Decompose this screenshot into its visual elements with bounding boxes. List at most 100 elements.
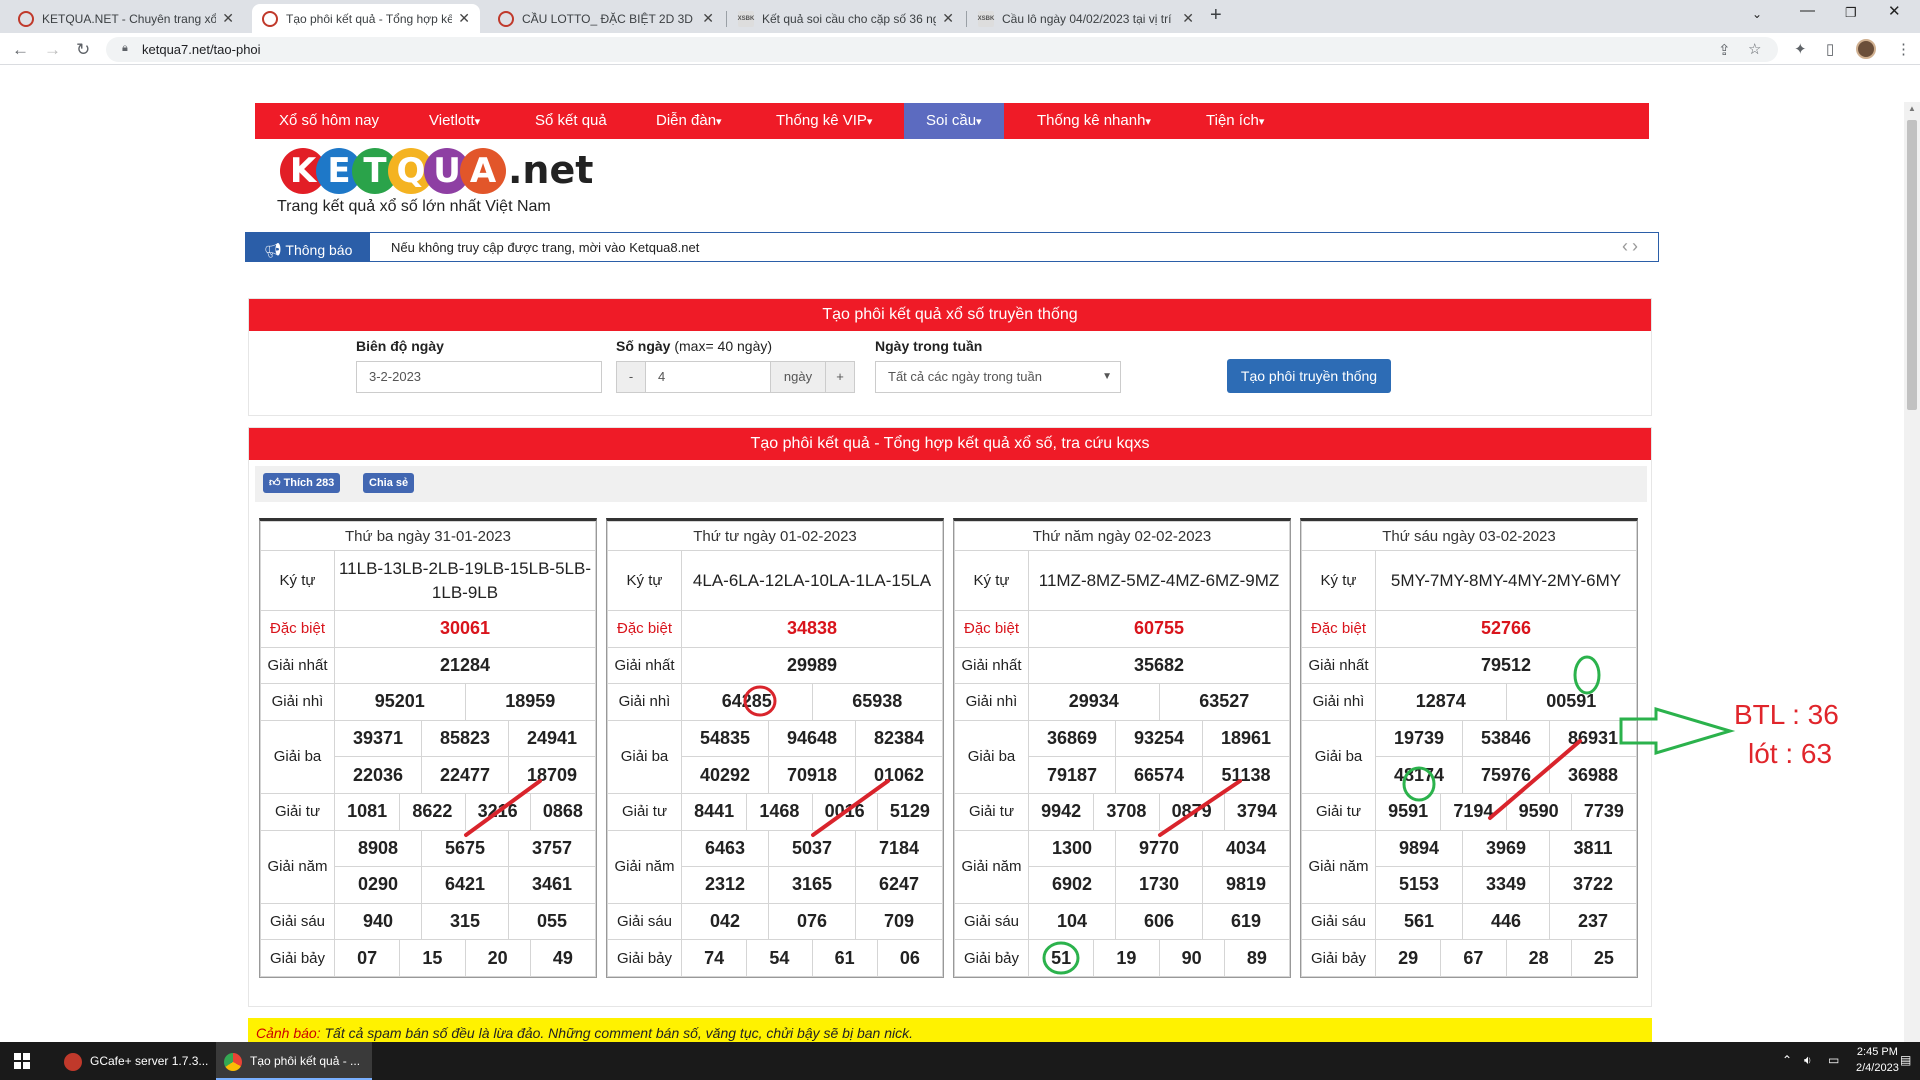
nav-tien-ich[interactable]: Tiện ích▾ [1206, 103, 1264, 139]
nav-dien-dan[interactable]: Diễn đàn▾ [656, 103, 722, 139]
close-tab-icon[interactable]: ✕ [222, 10, 234, 27]
result-cell: 51138 [1202, 756, 1290, 794]
nav-so-ket-qua[interactable]: Sổ kết quả [535, 103, 607, 139]
days-increment-button[interactable]: + [825, 361, 855, 393]
result-cell: 315 [421, 902, 509, 941]
close-tab-icon[interactable]: ✕ [1182, 10, 1194, 27]
reload-icon[interactable]: ↻ [76, 40, 90, 60]
result-cell: 3722 [1549, 866, 1637, 904]
share-icon[interactable]: ⇪ [1718, 41, 1731, 59]
warning-bar: Cảnh báo: Tất cả spam bán số đều là lừa … [248, 1018, 1652, 1042]
result-table: Thứ sáu ngày 03-02-2023 Ký tự 5MY-7MY-8MY-… [1300, 518, 1638, 978]
days-input[interactable]: 4 [645, 361, 771, 393]
table-row: Giải bảy 74 54 61 06 [607, 939, 944, 977]
result-cell: 1730 [1115, 866, 1203, 904]
dac-biet: 34838 [681, 610, 943, 648]
table-row: Giải năm 8908 5675 3757 [260, 829, 596, 904]
result-cell: 9591 [1374, 792, 1442, 831]
browser-tab-3[interactable]: CẦU LOTTO_ ĐẶC BIỆT 2D 3D 4D ✕ [488, 4, 724, 33]
restore-icon[interactable]: ❐ [1845, 5, 1857, 21]
scroll-up-icon[interactable]: ▲ [1908, 104, 1916, 113]
prize-label: Giải nhất [607, 646, 682, 685]
megaphone-icon: 📢︎ [264, 242, 286, 258]
taskbar-app-gcafe[interactable]: GCafe+ server 1.7.3... [56, 1042, 218, 1080]
volume-icon[interactable]: 🔉︎ [1804, 1053, 1812, 1068]
windows-start-icon[interactable] [14, 1053, 30, 1069]
result-cell: 29989 [681, 646, 943, 685]
result-cell: 61 [811, 939, 878, 977]
close-tab-icon[interactable]: ✕ [702, 10, 714, 27]
result-cell: 4034 [1202, 829, 1290, 868]
table-date-title: Thứ năm ngày 02-02-2023 [954, 521, 1290, 551]
table-row: Giải tư 9591 7194 9590 7739 [1301, 792, 1638, 831]
dropdown-caret-icon: ▾ [866, 116, 873, 128]
result-cell: 22477 [421, 756, 509, 794]
notice-label: 📢︎ Thông báo [246, 233, 370, 261]
nav-thong-ke-vip[interactable]: Thống kê VIP▾ [776, 103, 872, 139]
table-row: Giải năm 9894 3969 3811 [1301, 829, 1637, 904]
page-scrollbar[interactable]: ▲ [1904, 102, 1920, 1042]
result-cell: 6247 [855, 866, 943, 904]
extensions-icon[interactable]: ✦ [1794, 40, 1807, 58]
nav-thong-ke-nhanh[interactable]: Thống kê nhanh▾ [1037, 103, 1151, 139]
nav-xo-so-hom-nay[interactable]: Xổ số hôm nay [279, 103, 379, 139]
ketqua-icon [262, 10, 278, 27]
close-window-icon[interactable]: ✕ [1888, 2, 1901, 20]
notice-nav-arrows[interactable]: ‹› [1622, 236, 1642, 257]
nav-vietlott[interactable]: Vietlott▾ [429, 103, 480, 139]
prize-label: Giải tư [260, 792, 335, 831]
result-cell: 12874 [1375, 683, 1507, 721]
new-tab-button[interactable]: + [1210, 4, 1222, 27]
notice-text[interactable]: Nếu không truy cập được trang, mời vào K… [391, 240, 699, 255]
omnibox[interactable]: 🔒︎ ketqua7.net/tao-phoi ⇪ ☆ [106, 37, 1778, 62]
prize-label: Giải năm [954, 829, 1029, 904]
result-cell: 82384 [855, 719, 943, 758]
date-label: Biên độ ngày [356, 338, 444, 354]
prize-label: Giải bảy [954, 939, 1029, 977]
browser-tab-2[interactable]: Tạo phôi kết quả - Tổng hợp kết ✕ [252, 4, 480, 33]
facebook-like-button[interactable]: 👍︎ Thích 283 [263, 473, 341, 493]
ky-tu-code: 11MZ-8MZ-5MZ-4MZ-6MZ-9MZ [1028, 550, 1290, 611]
browser-tab-1[interactable]: KETQUA.NET - Chuyên trang xổ số ✕ [8, 4, 244, 33]
bookmark-star-icon[interactable]: ☆ [1748, 40, 1761, 58]
prize-label: Giải nhất [1301, 646, 1376, 685]
browser-tab-4[interactable]: XSBK Kết quả soi cầu cho cặp số 36 ng ✕ [728, 4, 964, 33]
result-cell: 0879 [1158, 792, 1225, 831]
dropdown-caret-icon: ▾ [976, 116, 982, 128]
facebook-share-button[interactable]: Chia sẻ [363, 473, 415, 493]
result-cell: 15 [399, 939, 466, 977]
tray-chevron-icon[interactable]: ⌃ [1782, 1053, 1792, 1067]
tab-strip: KETQUA.NET - Chuyên trang xổ số ✕ Tạo ph… [0, 0, 1920, 33]
close-tab-icon[interactable]: ✕ [458, 10, 470, 27]
result-cell: 35682 [1028, 646, 1290, 685]
browser-tab-5[interactable]: XSBK Cầu lô ngày 04/02/2023 tại vị trí ✕ [968, 4, 1204, 33]
date-input[interactable]: 3-2-2023 [356, 361, 602, 393]
profile-avatar[interactable] [1856, 39, 1876, 59]
prize-label: Giải tư [954, 792, 1029, 831]
menu-kebab-icon[interactable]: ⋮ [1896, 40, 1911, 58]
taskbar-app-chrome[interactable]: Tạo phôi kết quả - ... [216, 1042, 372, 1080]
tab-search-icon[interactable]: ⌄ [1752, 7, 1762, 21]
result-cell: 1468 [746, 792, 813, 831]
taskbar-clock[interactable]: 2:45 PM 2/4/2023 [1856, 1044, 1899, 1076]
result-cell: 06 [876, 939, 944, 977]
days-decrement-button[interactable]: - [616, 361, 646, 393]
nav-soi-cau[interactable]: Soi cầu▾ [904, 103, 1004, 139]
result-cell: 3708 [1093, 792, 1160, 831]
scrollbar-thumb[interactable] [1907, 120, 1917, 410]
form-section: Tạo phôi kết quả xổ số truyền thống Biên… [248, 298, 1652, 416]
prize-label: Giải tư [1301, 792, 1376, 831]
prize-label: Giải nhì [1301, 683, 1376, 721]
network-icon[interactable]: ▭ [1828, 1053, 1839, 1067]
close-tab-icon[interactable]: ✕ [942, 10, 954, 27]
side-panel-icon[interactable]: ▯ [1826, 40, 1834, 58]
minimize-icon[interactable]: — [1800, 2, 1815, 19]
generate-button[interactable]: Tạo phôi truyền thống [1227, 359, 1391, 393]
weekday-select[interactable]: Tất cả các ngày trong tuần ▼ [875, 361, 1121, 393]
forward-icon[interactable]: → [44, 40, 61, 60]
prize-label: Đặc biệt [607, 610, 682, 648]
back-icon[interactable]: ← [12, 40, 29, 60]
prize-label: Giải bảy [260, 939, 335, 977]
result-cell: 0290 [334, 866, 422, 904]
notifications-icon[interactable]: ▤ [1900, 1053, 1911, 1067]
